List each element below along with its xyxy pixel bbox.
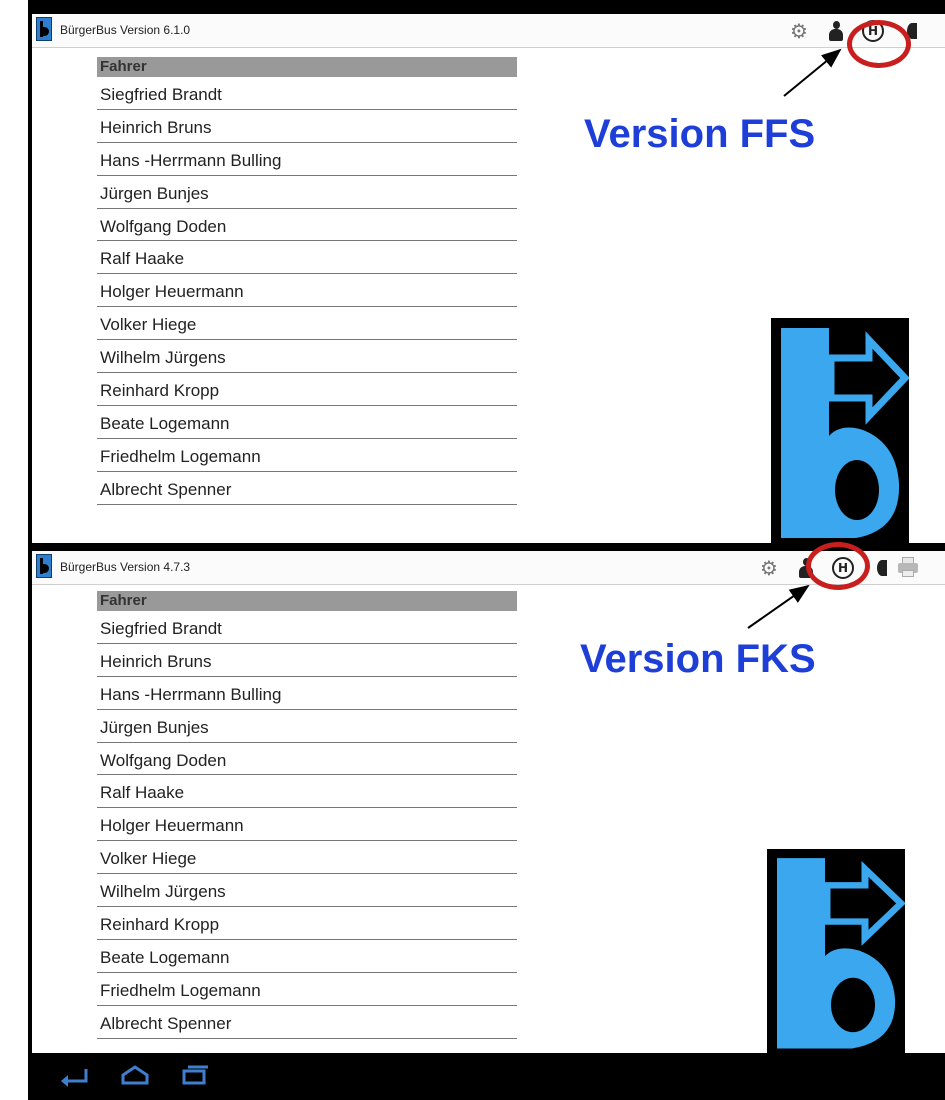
arrow-ffs [783, 48, 842, 97]
back-icon[interactable] [58, 1063, 92, 1089]
annotation-arrows [747, 48, 842, 629]
android-navbar [28, 1053, 945, 1100]
recent-apps-icon[interactable] [178, 1063, 212, 1089]
arrow-fks [747, 584, 810, 629]
home-icon[interactable] [118, 1063, 152, 1089]
